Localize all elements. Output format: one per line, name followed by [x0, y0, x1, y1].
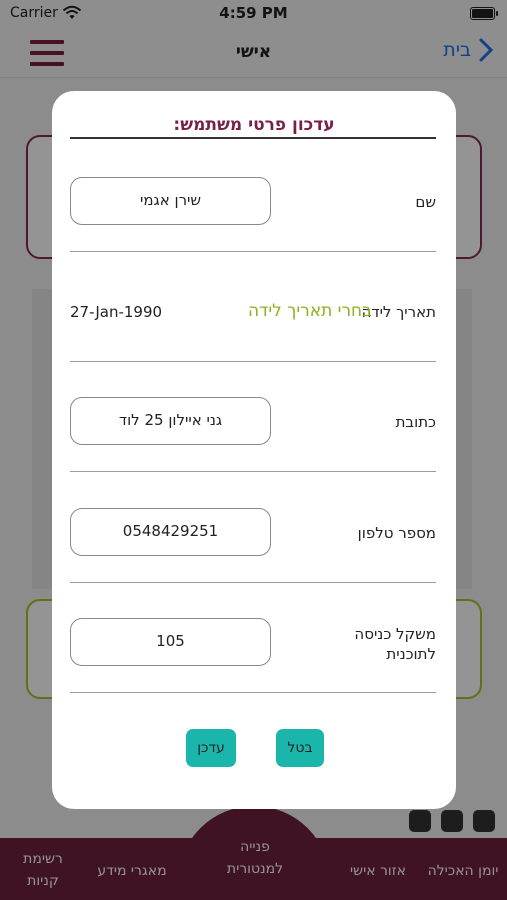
dialog-title: עדכון פרטי משתמש:: [173, 115, 335, 135]
divider: [70, 582, 436, 583]
divider: [70, 692, 436, 693]
address-field[interactable]: גני איילון 25 לוד: [70, 397, 271, 445]
update-user-details-dialog: עדכון פרטי משתמש: שם שירן אגמי תאריך ליד…: [52, 91, 456, 809]
divider: [70, 251, 436, 252]
update-button[interactable]: עדכן: [186, 729, 236, 767]
choose-birthdate-button[interactable]: בחרי תאריך לידה: [248, 301, 372, 321]
phone-row: מספר טלפון 0548429251: [70, 508, 436, 586]
initial-weight-label: משקל כניסה לתוכנית: [354, 625, 436, 663]
address-label: כתובת: [395, 413, 436, 431]
name-row: שם שירן אגמי: [70, 177, 436, 255]
title-divider: [70, 137, 436, 139]
weight-row: משקל כניסה לתוכנית 105: [70, 618, 436, 696]
birthdate-label: תאריך לידה: [361, 303, 436, 321]
cancel-button[interactable]: בטל: [276, 729, 324, 767]
name-label: שם: [415, 193, 436, 211]
divider: [70, 361, 436, 362]
birthdate-row: תאריך לידה בחרי תאריך לידה 27-Jan-1990: [70, 287, 436, 367]
birthdate-value: 27-Jan-1990: [70, 303, 163, 321]
phone-field[interactable]: 0548429251: [70, 508, 271, 556]
phone-label: מספר טלפון: [357, 524, 436, 542]
divider: [70, 471, 436, 472]
address-row: כתובת גני איילון 25 לוד: [70, 397, 436, 475]
weight-field[interactable]: 105: [70, 618, 271, 666]
name-field[interactable]: שירן אגמי: [70, 177, 271, 225]
